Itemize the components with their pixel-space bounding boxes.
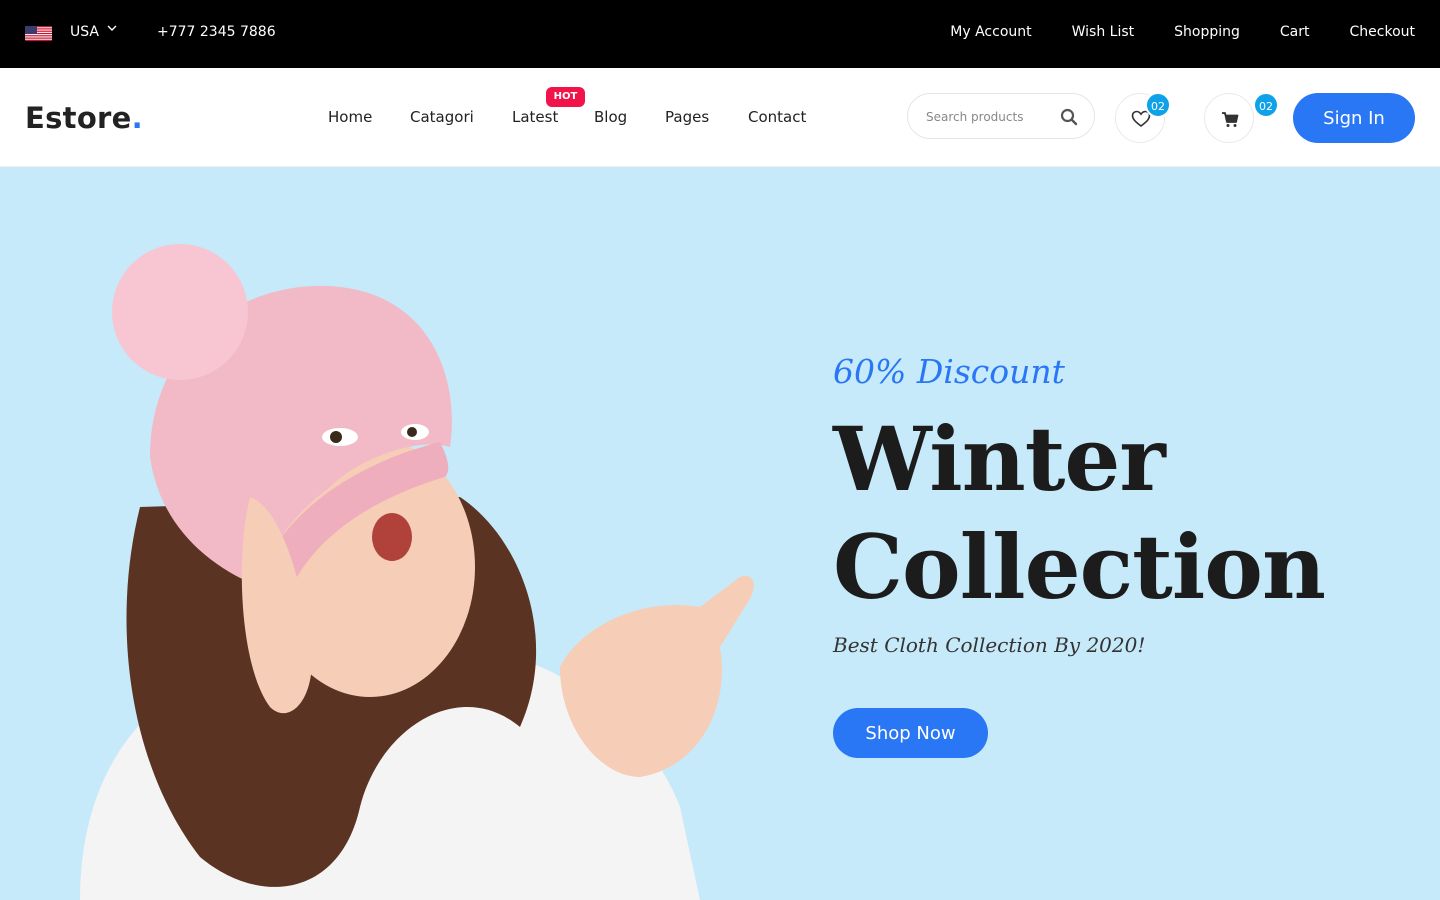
logo-dot: . bbox=[131, 101, 143, 135]
hero-headline: Winter Collection bbox=[833, 405, 1326, 621]
top-links: My Account Wish List Shopping Cart Check… bbox=[950, 24, 1415, 40]
search-input[interactable] bbox=[926, 106, 1061, 128]
hero-banner: 60% Discount Winter Collection Best Clot… bbox=[0, 167, 1440, 900]
shop-now-button[interactable]: Shop Now bbox=[833, 708, 988, 758]
cart-count-badge: 02 bbox=[1253, 92, 1279, 118]
usa-flag-icon[interactable] bbox=[25, 26, 52, 41]
hot-badge: HOT bbox=[546, 87, 585, 107]
hero-headline-line1: Winter bbox=[833, 407, 1166, 511]
cart-button[interactable] bbox=[1204, 93, 1254, 143]
hero-subline: Best Cloth Collection By 2020! bbox=[833, 633, 1146, 657]
nav-latest[interactable]: Latest bbox=[512, 108, 558, 126]
top-bar: USA +777 2345 7886 My Account Wish List … bbox=[0, 0, 1440, 68]
sign-in-button[interactable]: Sign In bbox=[1293, 93, 1415, 143]
search-box bbox=[907, 93, 1095, 139]
main-header: Estore. Home Catagori Latest Blog Pages … bbox=[0, 68, 1440, 167]
hero-model-image bbox=[80, 244, 754, 900]
nav-contact[interactable]: Contact bbox=[748, 108, 806, 126]
nav-blog[interactable]: Blog bbox=[594, 108, 627, 126]
phone-number: +777 2345 7886 bbox=[157, 24, 276, 40]
my-account-link[interactable]: My Account bbox=[950, 24, 1031, 40]
hero-headline-line2: Collection bbox=[833, 515, 1326, 619]
nav-pages[interactable]: Pages bbox=[665, 108, 709, 126]
chevron-down-icon[interactable] bbox=[106, 22, 118, 37]
checkout-link[interactable]: Checkout bbox=[1350, 24, 1416, 40]
cart-link[interactable]: Cart bbox=[1280, 24, 1310, 40]
logo-text: Estore bbox=[25, 101, 132, 135]
search-icon[interactable] bbox=[1060, 108, 1078, 126]
wish-list-link[interactable]: Wish List bbox=[1072, 24, 1135, 40]
nav-home[interactable]: Home bbox=[328, 108, 372, 126]
country-selector[interactable]: USA bbox=[70, 24, 99, 40]
cart-icon bbox=[1222, 112, 1239, 127]
shopping-link[interactable]: Shopping bbox=[1174, 24, 1240, 40]
logo[interactable]: Estore. bbox=[25, 101, 143, 135]
wishlist-count-badge: 02 bbox=[1145, 92, 1171, 118]
nav-catagori[interactable]: Catagori bbox=[410, 108, 474, 126]
discount-tagline: 60% Discount bbox=[833, 352, 1065, 391]
